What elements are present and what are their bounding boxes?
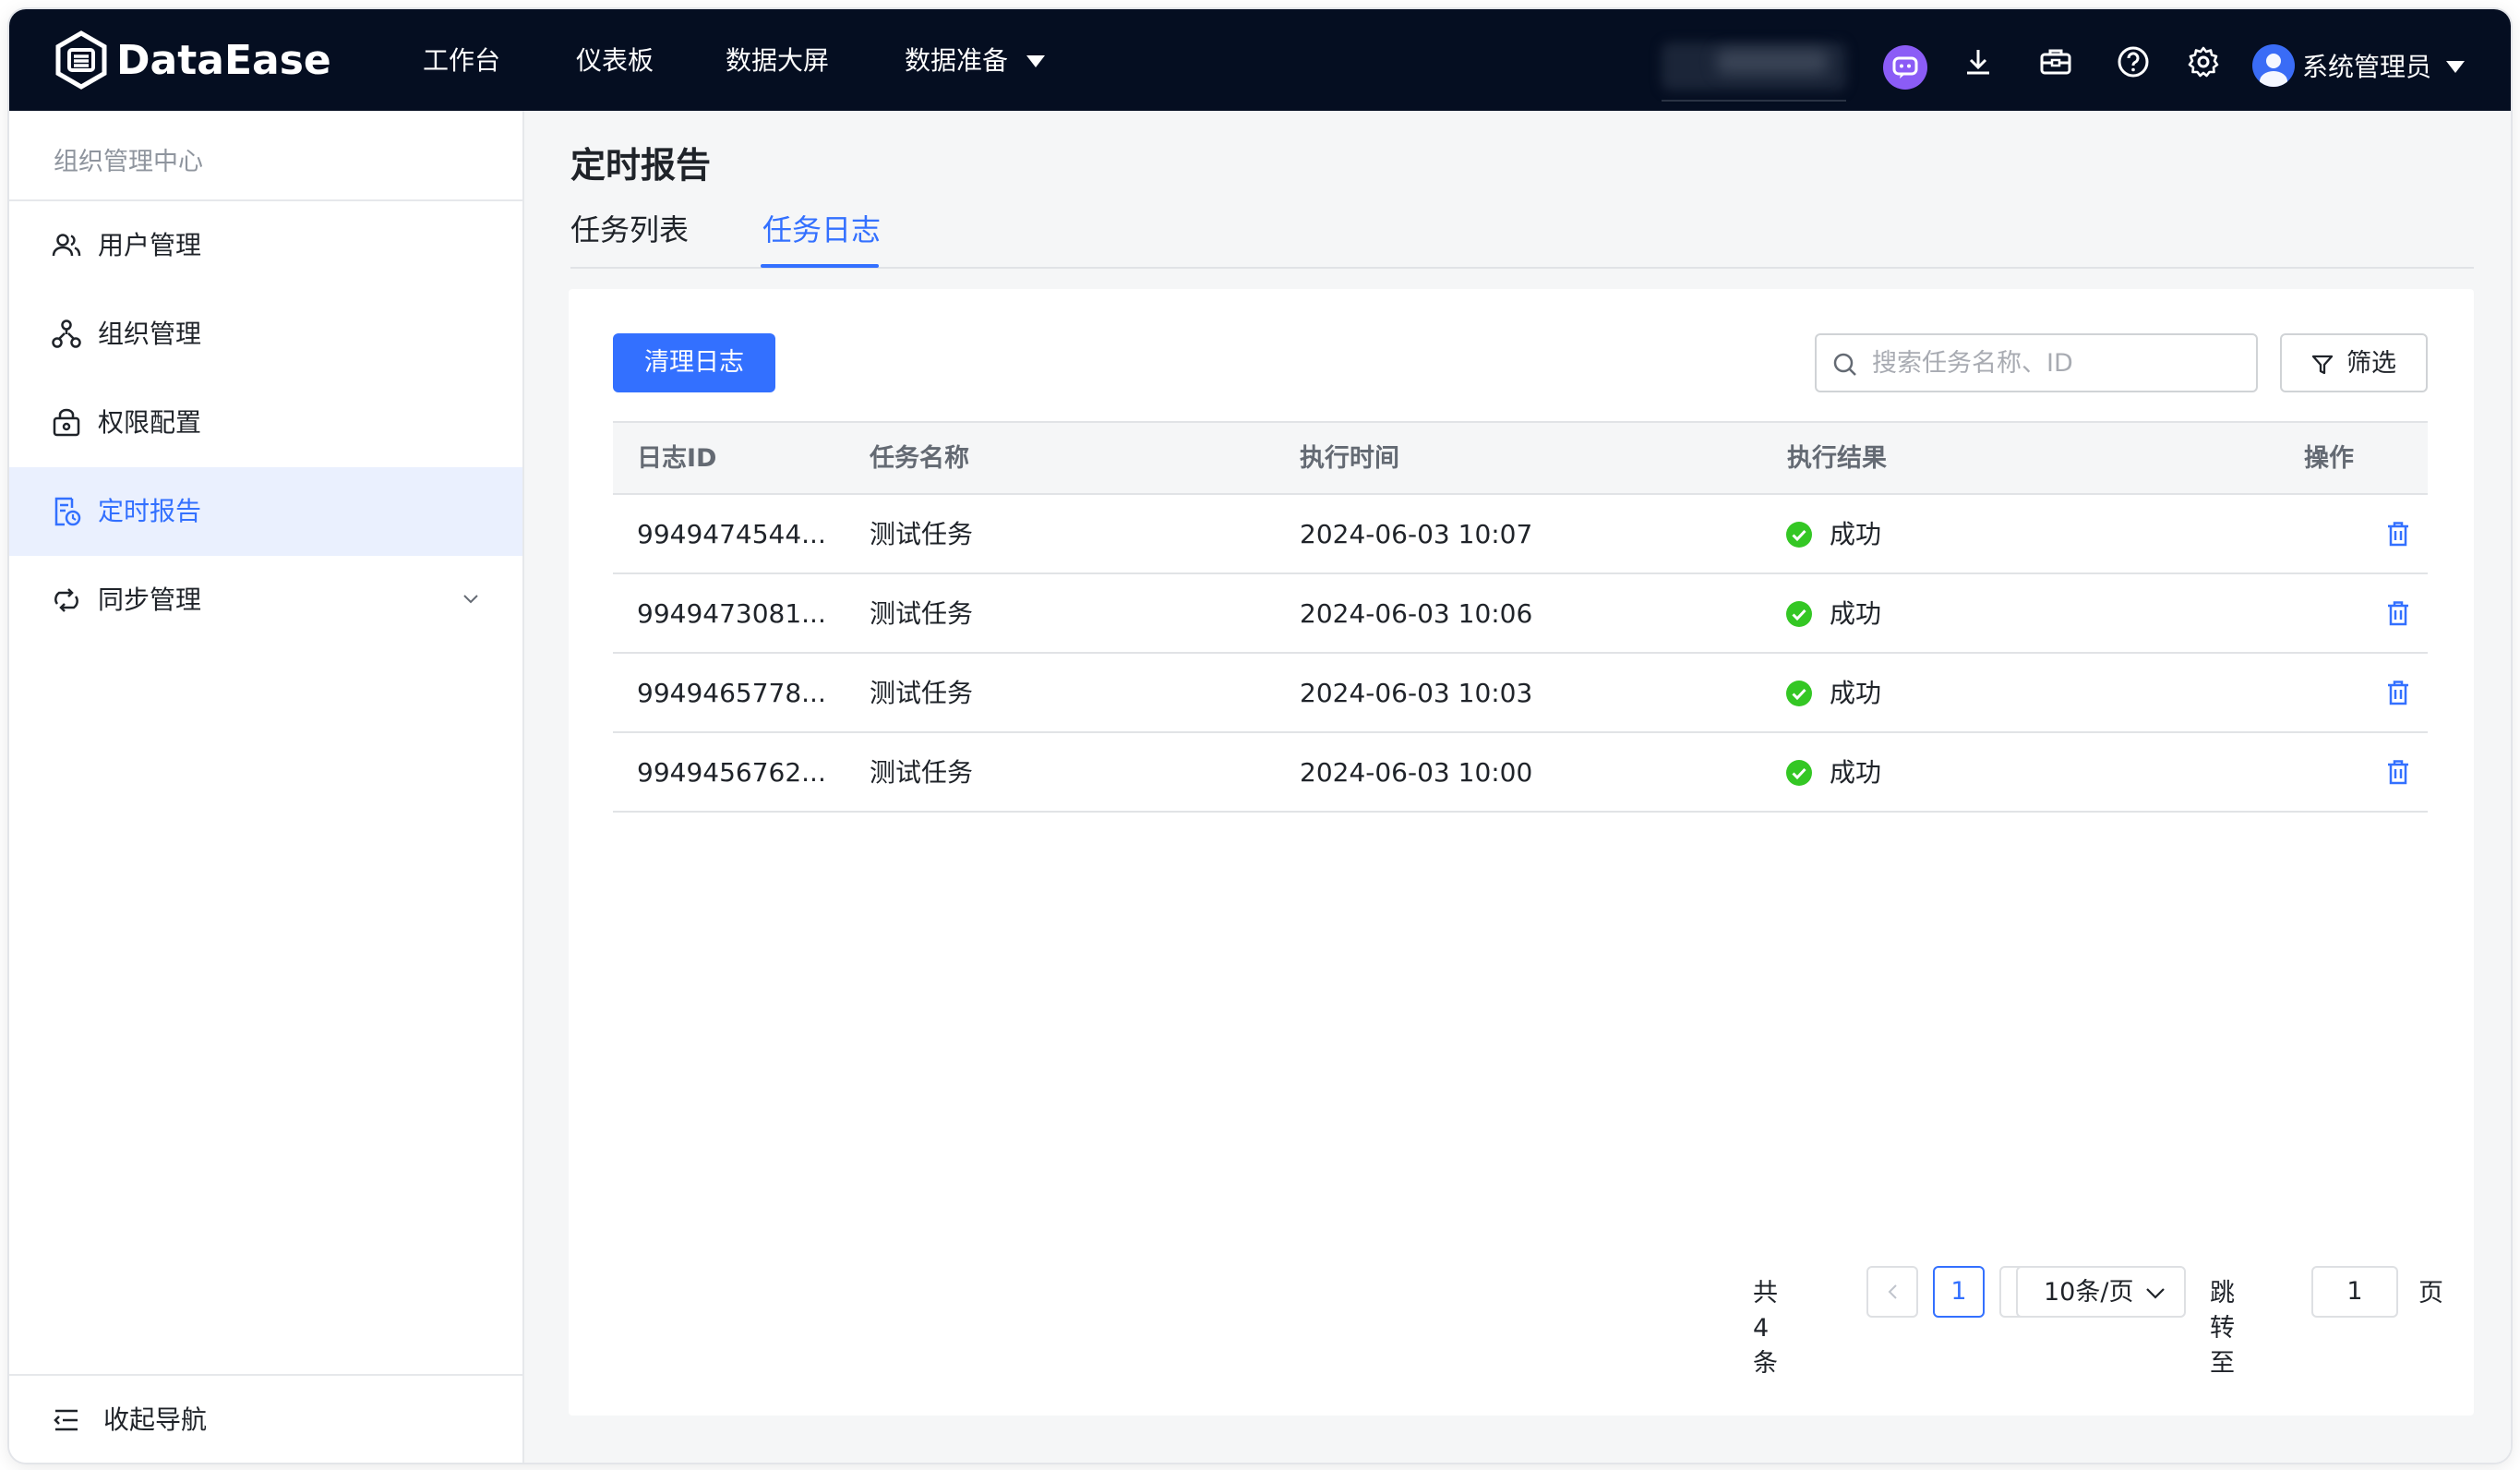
exec-result: 成功 bbox=[1830, 678, 1882, 708]
table-row: 9949456762... 测试任务 2024-06-03 10:00 成功 bbox=[613, 733, 2428, 813]
top-navbar: DataEase 工作台 仪表板 数据大屏 数据准备 系统管理员 bbox=[9, 9, 2511, 111]
app-window: DataEase 工作台 仪表板 数据大屏 数据准备 系统管理员 组织管理中心 … bbox=[9, 9, 2511, 1463]
delete-icon[interactable] bbox=[2383, 519, 2413, 548]
nav-data-prep[interactable]: 数据准备 bbox=[905, 42, 1008, 79]
collapse-menu-icon bbox=[54, 1409, 78, 1431]
total-count: 共 4 条 bbox=[1753, 1279, 1778, 1378]
sidebar-item-scheduled-report[interactable]: 定时报告 bbox=[9, 467, 522, 556]
users-icon bbox=[52, 234, 81, 257]
collapse-nav-button[interactable]: 收起导航 bbox=[9, 1374, 522, 1463]
task-name: 测试任务 bbox=[870, 598, 974, 629]
sidebar-item-permissions[interactable]: 权限配置 bbox=[9, 379, 522, 467]
tab-task-list[interactable]: 任务列表 bbox=[570, 209, 689, 251]
success-check-icon bbox=[1786, 760, 1812, 786]
download-icon[interactable] bbox=[1959, 42, 1998, 81]
column-header-task-name: 任务名称 bbox=[870, 444, 969, 473]
nav-workbench[interactable]: 工作台 bbox=[423, 42, 500, 79]
table-row: 9949465778... 测试任务 2024-06-03 10:03 成功 bbox=[613, 654, 2428, 733]
column-header-exec-time: 执行时间 bbox=[1300, 444, 1399, 473]
column-header-actions: 操作 bbox=[2304, 444, 2354, 473]
app-name[interactable]: DataEase bbox=[116, 33, 331, 89]
task-name: 测试任务 bbox=[870, 757, 974, 788]
sidebar-item-org-management[interactable]: 组织管理 bbox=[9, 290, 522, 379]
sidebar-item-label: 权限配置 bbox=[98, 407, 202, 438]
active-tab-indicator bbox=[761, 264, 879, 268]
sidebar-item-user-management[interactable]: 用户管理 bbox=[9, 201, 522, 290]
sidebar: 组织管理中心 用户管理 组织管理 权限配置 定时报告 同步管理 收起导航 bbox=[9, 111, 524, 1463]
sidebar-item-label: 同步管理 bbox=[98, 584, 202, 615]
tab-task-log[interactable]: 任务日志 bbox=[762, 209, 881, 251]
blurred-text bbox=[1717, 50, 1828, 74]
table-row: 9949474544... 测试任务 2024-06-03 10:07 成功 bbox=[613, 495, 2428, 574]
user-menu-caret-icon[interactable] bbox=[2446, 61, 2465, 73]
caret-down-icon[interactable] bbox=[1026, 55, 1045, 67]
toolbox-icon[interactable] bbox=[2036, 42, 2075, 81]
prev-page-button[interactable] bbox=[1866, 1266, 1918, 1318]
log-id: 9949456762... bbox=[637, 757, 826, 788]
dataease-logo-icon[interactable] bbox=[52, 30, 111, 90]
log-id: 9949474544... bbox=[637, 519, 826, 549]
user-avatar[interactable] bbox=[2252, 44, 2295, 87]
sidebar-item-label: 组织管理 bbox=[98, 319, 202, 349]
sidebar-item-sync-management[interactable]: 同步管理 bbox=[9, 556, 522, 645]
chevron-down-icon bbox=[2146, 1288, 2165, 1299]
success-check-icon bbox=[1786, 601, 1812, 627]
success-check-icon bbox=[1786, 522, 1812, 548]
help-icon[interactable] bbox=[2114, 42, 2153, 81]
page-number-button[interactable]: 1 bbox=[1933, 1266, 1985, 1318]
exec-result: 成功 bbox=[1830, 519, 1882, 549]
exec-time: 2024-06-03 10:06 bbox=[1300, 598, 1533, 629]
jump-page-input[interactable]: 1 bbox=[2311, 1266, 2398, 1318]
exec-time: 2024-06-03 10:00 bbox=[1300, 757, 1533, 788]
settings-icon[interactable] bbox=[2184, 42, 2223, 81]
exec-time: 2024-06-03 10:03 bbox=[1300, 678, 1533, 708]
scheduled-report-icon bbox=[54, 497, 81, 526]
ai-assistant-icon[interactable] bbox=[1883, 45, 1927, 90]
page-title: 定时报告 bbox=[570, 145, 712, 186]
nav-data-screen[interactable]: 数据大屏 bbox=[726, 42, 829, 79]
delete-icon[interactable] bbox=[2383, 598, 2413, 628]
page-unit-label: 页 bbox=[2418, 1279, 2443, 1307]
log-id: 9949473081... bbox=[637, 598, 826, 629]
sidebar-item-label: 用户管理 bbox=[98, 230, 202, 260]
page-size-select[interactable]: 10条/页 bbox=[2016, 1266, 2186, 1318]
exec-result: 成功 bbox=[1830, 598, 1882, 629]
main-content: 定时报告 任务列表 任务日志 清理日志 筛选 日志ID bbox=[524, 111, 2511, 1463]
chevron-left-icon bbox=[1888, 1284, 1897, 1299]
page-size-value: 10条/页 bbox=[2044, 1278, 2134, 1307]
task-name: 测试任务 bbox=[870, 519, 974, 549]
exec-time: 2024-06-03 10:07 bbox=[1300, 519, 1533, 549]
org-tree-icon bbox=[52, 319, 81, 348]
clear-log-button[interactable]: 清理日志 bbox=[613, 333, 775, 392]
lock-icon bbox=[53, 408, 80, 437]
sidebar-title: 组织管理中心 bbox=[54, 148, 203, 176]
column-header-log-id: 日志ID bbox=[637, 444, 717, 473]
filter-icon bbox=[2311, 355, 2334, 375]
filter-button[interactable]: 筛选 bbox=[2280, 333, 2428, 392]
task-name: 测试任务 bbox=[870, 678, 974, 708]
filter-label: 筛选 bbox=[2346, 349, 2396, 378]
nav-dashboard[interactable]: 仪表板 bbox=[576, 42, 654, 79]
search-box[interactable] bbox=[1815, 333, 2258, 392]
collapse-nav-label: 收起导航 bbox=[103, 1404, 208, 1435]
user-name[interactable]: 系统管理员 bbox=[2302, 49, 2431, 86]
jump-label: 跳转至 bbox=[2210, 1279, 2235, 1378]
chevron-down-icon[interactable] bbox=[460, 587, 482, 609]
search-input[interactable] bbox=[1872, 344, 2241, 381]
sidebar-item-label: 定时报告 bbox=[98, 496, 202, 526]
sidebar-header: 组织管理中心 bbox=[9, 111, 522, 201]
divider bbox=[1662, 100, 1846, 102]
table-header: 日志ID 任务名称 执行时间 执行结果 操作 bbox=[613, 421, 2428, 495]
delete-icon[interactable] bbox=[2383, 757, 2413, 787]
log-card: 清理日志 筛选 日志ID 任务名称 执行时间 执行结果 bbox=[569, 289, 2474, 1416]
delete-icon[interactable] bbox=[2383, 678, 2413, 707]
table-row: 9949473081... 测试任务 2024-06-03 10:06 成功 bbox=[613, 574, 2428, 654]
success-check-icon bbox=[1786, 681, 1812, 706]
log-id: 9949465778... bbox=[637, 678, 826, 708]
column-header-exec-result: 执行结果 bbox=[1787, 444, 1887, 473]
search-icon bbox=[1833, 353, 1856, 376]
exec-result: 成功 bbox=[1830, 757, 1882, 788]
sync-icon bbox=[54, 588, 78, 612]
